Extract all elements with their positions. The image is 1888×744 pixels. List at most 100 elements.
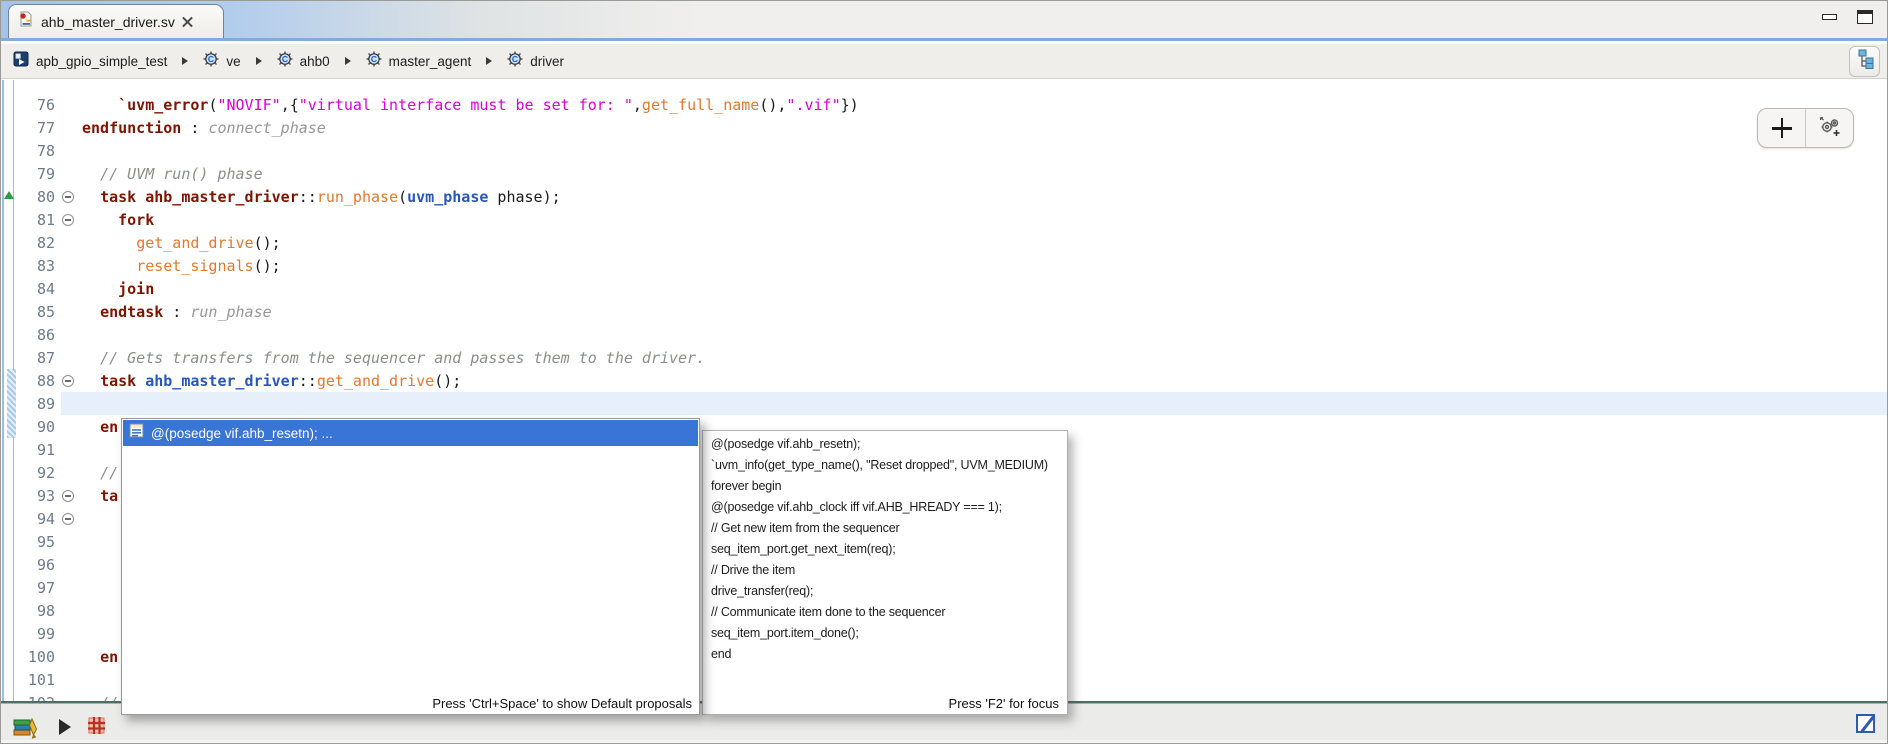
code-text: endtask : run_phase bbox=[78, 303, 272, 321]
svg-text:C: C bbox=[371, 54, 377, 64]
code-text: // bbox=[78, 464, 118, 482]
code-line-89[interactable]: 89 bbox=[14, 392, 1888, 415]
code-text: get_and_drive(); bbox=[78, 234, 281, 252]
code-text: // bbox=[78, 694, 118, 702]
line-number[interactable]: 100 bbox=[14, 648, 58, 666]
code-text: endfunction : connect_phase bbox=[78, 119, 326, 137]
code-text: en bbox=[78, 418, 118, 436]
line-number[interactable]: 76 bbox=[14, 96, 58, 114]
breadcrumb-item-ahb0[interactable]: C ahb0 bbox=[277, 51, 330, 72]
line-number[interactable]: 92 bbox=[14, 464, 58, 482]
line-number[interactable]: 90 bbox=[14, 418, 58, 436]
line-number[interactable]: 96 bbox=[14, 556, 58, 574]
fold-column bbox=[58, 191, 78, 203]
fold-collapse-icon[interactable] bbox=[62, 214, 74, 226]
code-line-79[interactable]: 79 // UVM run() phase bbox=[14, 162, 1888, 185]
refactor-settings-button[interactable] bbox=[1805, 109, 1853, 147]
plus-icon bbox=[1772, 118, 1792, 138]
proposal-item-selected[interactable]: @(posedge vif.ahb_resetn); ... bbox=[123, 420, 698, 446]
line-number[interactable]: 87 bbox=[14, 349, 58, 367]
code-line-83[interactable]: 83 reset_signals(); bbox=[14, 254, 1888, 277]
line-number[interactable]: 88 bbox=[14, 372, 58, 390]
line-number[interactable]: 98 bbox=[14, 602, 58, 620]
code-text: ta bbox=[78, 487, 118, 505]
line-number[interactable]: 89 bbox=[14, 395, 58, 413]
line-number[interactable]: 102 bbox=[14, 694, 58, 702]
minimize-icon[interactable] bbox=[1822, 14, 1837, 20]
tab-ahb-master-driver[interactable]: ahb_master_driver.sv bbox=[8, 4, 224, 38]
code-line-82[interactable]: 82 get_and_drive(); bbox=[14, 231, 1888, 254]
annotation-ruler[interactable] bbox=[2, 80, 14, 701]
gears-icon bbox=[1818, 115, 1842, 142]
code-line-84[interactable]: 84 join bbox=[14, 277, 1888, 300]
code-line-86[interactable]: 86 bbox=[14, 323, 1888, 346]
breadcrumb-item-test[interactable]: apb_gpio_simple_test bbox=[13, 51, 167, 72]
preview-hint-text: Press 'F2' for focus bbox=[949, 696, 1059, 711]
line-number[interactable]: 84 bbox=[14, 280, 58, 298]
line-number[interactable]: 80 bbox=[14, 188, 58, 206]
preview-code-line: // Communicate item done to the sequence… bbox=[711, 602, 1059, 623]
class-icon: C bbox=[203, 51, 219, 72]
line-number[interactable]: 77 bbox=[14, 119, 58, 137]
preview-code-line: seq_item_port.get_next_item(req); bbox=[711, 539, 1059, 560]
run-triangle-icon[interactable] bbox=[59, 719, 71, 735]
fold-column bbox=[58, 513, 78, 525]
line-number[interactable]: 91 bbox=[14, 441, 58, 459]
fold-collapse-icon[interactable] bbox=[62, 513, 74, 525]
editor-tab-bar: ahb_master_driver.sv bbox=[1, 1, 1888, 41]
red-grid-icon[interactable] bbox=[87, 716, 106, 740]
template-preview-popup: @(posedge vif.ahb_resetn);`uvm_info(get_… bbox=[702, 430, 1068, 715]
maximize-icon[interactable] bbox=[1857, 10, 1873, 24]
tab-title: ahb_master_driver.sv bbox=[41, 14, 175, 30]
code-line-85[interactable]: 85 endtask : run_phase bbox=[14, 300, 1888, 323]
line-number[interactable]: 94 bbox=[14, 510, 58, 528]
line-number[interactable]: 86 bbox=[14, 326, 58, 344]
template-proposal-icon bbox=[129, 423, 144, 443]
breadcrumb-item-master-agent[interactable]: C master_agent bbox=[366, 51, 472, 72]
code-text: task ahb_master_driver::get_and_drive(); bbox=[78, 372, 461, 390]
add-button[interactable] bbox=[1758, 109, 1805, 147]
code-text: fork bbox=[78, 211, 154, 229]
module-icon bbox=[13, 51, 29, 72]
code-line-88[interactable]: 88 task ahb_master_driver::get_and_drive… bbox=[14, 369, 1888, 392]
proposal-hint-text: Press 'Ctrl+Space' to show Default propo… bbox=[432, 696, 692, 711]
smart-insert-mode-icon bbox=[1856, 714, 1875, 733]
code-line-78[interactable]: 78 bbox=[14, 139, 1888, 162]
line-number[interactable]: 93 bbox=[14, 487, 58, 505]
sv-file-icon bbox=[18, 11, 34, 32]
svg-text:C: C bbox=[512, 54, 518, 64]
preview-code-line: @(posedge vif.ahb_resetn); bbox=[711, 434, 1059, 455]
outline-toggle-button[interactable] bbox=[1849, 46, 1880, 77]
code-line-87[interactable]: 87 // Gets transfers from the sequencer … bbox=[14, 346, 1888, 369]
class-icon: C bbox=[507, 51, 523, 72]
line-number[interactable]: 78 bbox=[14, 142, 58, 160]
code-text: task ahb_master_driver::run_phase(uvm_ph… bbox=[78, 188, 561, 206]
breadcrumb-item-ve[interactable]: C ve bbox=[203, 51, 240, 72]
fold-column bbox=[58, 214, 78, 226]
fold-column bbox=[58, 375, 78, 387]
preview-code-line: seq_item_port.item_done(); bbox=[711, 623, 1059, 644]
code-text: // Gets transfers from the sequencer and… bbox=[78, 349, 705, 367]
code-text: en bbox=[78, 648, 118, 666]
line-number[interactable]: 82 bbox=[14, 234, 58, 252]
breadcrumb-item-driver[interactable]: C driver bbox=[507, 51, 564, 72]
line-number[interactable]: 97 bbox=[14, 579, 58, 597]
proposal-item-label: @(posedge vif.ahb_resetn); ... bbox=[151, 426, 333, 441]
fold-collapse-icon[interactable] bbox=[62, 490, 74, 502]
line-number[interactable]: 99 bbox=[14, 625, 58, 643]
close-icon[interactable] bbox=[182, 16, 193, 27]
line-number[interactable]: 101 bbox=[14, 671, 58, 689]
fold-collapse-icon[interactable] bbox=[62, 375, 74, 387]
code-line-80[interactable]: 80 task ahb_master_driver::run_phase(uvm… bbox=[14, 185, 1888, 208]
code-line-77[interactable]: 77 endfunction : connect_phase bbox=[14, 116, 1888, 139]
code-line-81[interactable]: 81 fork bbox=[14, 208, 1888, 231]
fold-collapse-icon[interactable] bbox=[62, 191, 74, 203]
line-number[interactable]: 85 bbox=[14, 303, 58, 321]
line-number[interactable]: 83 bbox=[14, 257, 58, 275]
template-preview-body: @(posedge vif.ahb_resetn);`uvm_info(get_… bbox=[703, 431, 1067, 668]
line-number[interactable]: 79 bbox=[14, 165, 58, 183]
line-number[interactable]: 81 bbox=[14, 211, 58, 229]
line-number[interactable]: 95 bbox=[14, 533, 58, 551]
code-line-76[interactable]: 76 `uvm_error("NOVIF",{"virtual interfac… bbox=[14, 93, 1888, 116]
preview-code-line: drive_transfer(req); bbox=[711, 581, 1059, 602]
